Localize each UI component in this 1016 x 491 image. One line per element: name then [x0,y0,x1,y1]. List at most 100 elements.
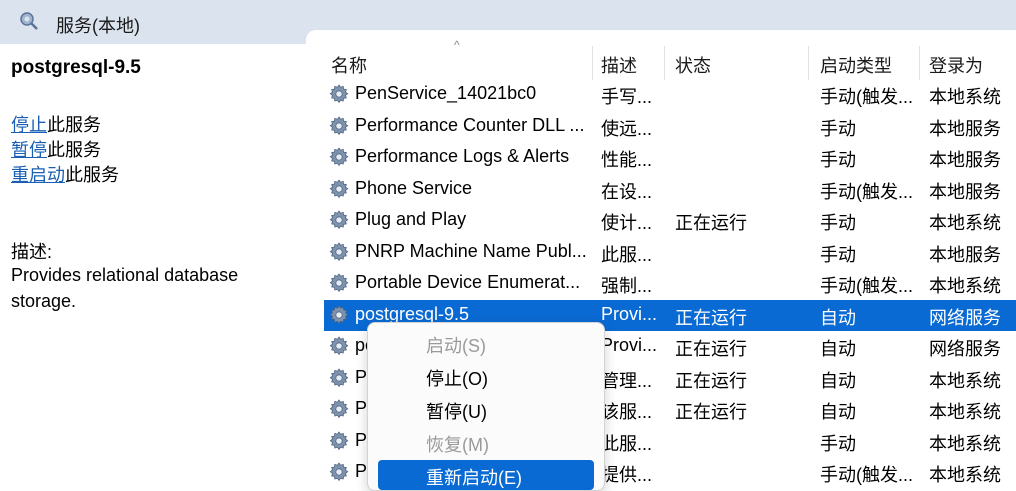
cell-startup-type: 手动 [820,433,856,454]
service-description: Provides relational database storage. [11,265,239,311]
cell-logon: 本地系统 [929,87,1001,107]
cell-startup-type: 自动 [820,370,856,391]
cell-description: 管理... [601,370,653,391]
stop-service-link[interactable]: 停止 [11,115,47,135]
cell-status: 正在运行 [675,339,747,359]
cell-name: PNRP Machine Name Publ... [355,240,587,261]
cell-description: Provi... [601,335,658,355]
cell-logon: 网络服务 [929,307,1001,328]
column-divider[interactable] [919,46,920,80]
gear-icon [328,83,350,105]
gear-icon [328,461,350,483]
column-header-startup-type[interactable]: 启动类型 [820,52,892,78]
action-restart: 重启动此服务 [11,161,119,187]
column-divider[interactable] [664,46,665,80]
column-divider[interactable] [808,46,809,80]
left-panel: postgresql-9.5 停止此服务 暂停此服务 重启动此服务 描述: Pr… [0,44,306,489]
cell-startup-type: 自动 [820,307,856,328]
cell-name: Performance Counter DLL ... [355,114,585,135]
column-divider[interactable] [592,46,593,80]
sort-ascending-icon: ^ [454,38,460,52]
cell-description: 提供... [601,465,653,485]
restart-service-link[interactable]: 重启动 [11,165,65,185]
menu-item-label: 重新启动(E) [426,468,522,488]
cell-name: Phone Service [355,177,473,198]
cell-description: 强制... [601,276,653,296]
cell-startup-type: 手动 [820,150,856,170]
table-row[interactable]: Phone Service 在设... 手动(触发... 本地服务 [324,174,1016,205]
action-pause: 暂停此服务 [11,136,101,162]
cell-logon: 本地系统 [929,465,1001,485]
cell-description: 手写... [601,87,653,107]
cell-name: Performance Logs & Alerts [355,146,570,166]
cell-status: 正在运行 [675,402,747,422]
gear-icon [328,209,350,231]
gear-icon [328,430,350,452]
menu-item-restart[interactable]: 重新启动(E) [378,460,594,490]
table-row[interactable]: Performance Logs & Alerts 性能... 手动 本地服务 [324,142,1016,173]
menu-item-label: 恢复(M) [426,435,489,455]
cell-logon: 本地服务 [929,118,1001,139]
action-suffix: 此服务 [47,140,101,160]
gear-icon [328,304,350,326]
gear-icon [328,367,350,389]
menu-item-stop[interactable]: 停止(O) [378,361,594,391]
menu-item-label: 停止(O) [426,369,488,389]
gear-icon [328,146,350,168]
gear-icon [328,178,350,200]
cell-logon: 本地系统 [929,213,1001,233]
column-header-description[interactable]: 描述 [601,52,637,78]
menu-item-start[interactable]: 启动(S) [378,328,594,358]
menu-item-resume[interactable]: 恢复(M) [378,427,594,457]
cell-description: 该服... [601,402,653,422]
description-label: 描述: [11,242,53,262]
cell-logon: 网络服务 [929,339,1001,359]
cell-description: 在设... [601,181,653,202]
gear-icon [328,335,350,357]
table-row[interactable]: PenService_14021bc0 手写... 手动(触发... 本地系统 [324,79,1016,110]
cell-logon: 本地系统 [929,433,1001,454]
cell-startup-type: 手动 [820,118,856,139]
action-stop: 停止此服务 [11,111,101,137]
gear-icon [328,115,350,137]
cell-description: 使远... [601,118,653,139]
action-suffix: 此服务 [65,165,119,185]
cell-startup-type: 自动 [820,339,856,359]
context-menu: 启动(S) 停止(O) 暂停(U) 恢复(M) 重新启动(E) [367,322,605,491]
table-row[interactable]: Portable Device Enumerat... 强制... 手动(触发...… [324,268,1016,299]
column-header-logon[interactable]: 登录为 [929,52,983,78]
selected-service-name: postgresql-9.5 [11,57,141,78]
cell-startup-type: 自动 [820,402,856,422]
cell-description: 性能... [601,150,653,170]
column-header-status[interactable]: 状态 [675,52,711,78]
cell-logon: 本地服务 [929,244,1001,265]
cell-name: Plug and Play [355,209,467,229]
cell-logon: 本地系统 [929,402,1001,422]
gear-icon [328,241,350,263]
cell-startup-type: 手动 [820,213,856,233]
table-row[interactable]: Plug and Play 使计... 正在运行 手动 本地系统 [324,205,1016,236]
cell-startup-type: 手动(触发... [820,276,913,296]
column-header-name[interactable]: 名称 [331,52,367,78]
cell-startup-type: 手动(触发... [820,87,913,107]
cell-startup-type: 手动 [820,244,856,265]
cell-startup-type: 手动(触发... [820,181,913,202]
pause-service-link[interactable]: 暂停 [11,140,47,160]
cell-logon: 本地服务 [929,181,1001,202]
table-row[interactable]: PNRP Machine Name Publ... 此服... 手动 本地服务 [324,237,1016,268]
cell-logon: 本地服务 [929,150,1001,170]
action-suffix: 此服务 [47,115,101,135]
cell-status: 正在运行 [675,370,747,391]
table-row[interactable]: Performance Counter DLL ... 使远... 手动 本地服务 [324,111,1016,142]
services-icon [20,12,38,30]
cell-name: Portable Device Enumerat... [355,272,581,292]
cell-description: 此服... [601,244,653,265]
cell-name: PenService_14021bc0 [355,83,537,103]
window-title: 服务(本地) [56,16,140,36]
menu-item-label: 启动(S) [426,336,486,356]
cell-description: Provi... [601,303,658,324]
cell-status: 正在运行 [675,213,747,233]
cell-description: 此服... [601,433,653,454]
cell-logon: 本地系统 [929,276,1001,296]
menu-item-pause[interactable]: 暂停(U) [378,394,594,424]
